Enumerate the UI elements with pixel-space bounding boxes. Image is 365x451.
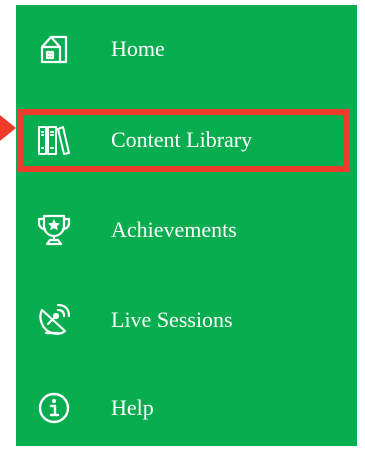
sidebar-menu: Home Content Library Achievements Live S… <box>16 5 357 446</box>
home-icon <box>36 31 72 67</box>
library-books-icon <box>36 122 72 158</box>
sidebar-item-label: Content Library <box>111 127 253 152</box>
sidebar-item-home[interactable]: Home <box>16 19 357 79</box>
sidebar-item-help[interactable]: Help <box>16 378 357 438</box>
sidebar-item-label: Achievements <box>111 217 237 242</box>
sidebar-item-live-sessions[interactable]: Live Sessions <box>16 290 357 350</box>
sidebar-item-label: Help <box>111 395 154 420</box>
info-icon <box>36 390 72 426</box>
sidebar-item-achievements[interactable]: Achievements <box>16 200 357 260</box>
sidebar-item-content-library[interactable]: Content Library <box>16 110 357 170</box>
arrow-pointer-icon <box>0 115 16 141</box>
satellite-dish-icon <box>36 302 72 338</box>
sidebar-item-label: Home <box>111 36 165 61</box>
sidebar-item-label: Live Sessions <box>111 307 233 332</box>
page: Home Content Library Achievements Live S… <box>0 0 365 451</box>
trophy-icon <box>36 212 72 248</box>
